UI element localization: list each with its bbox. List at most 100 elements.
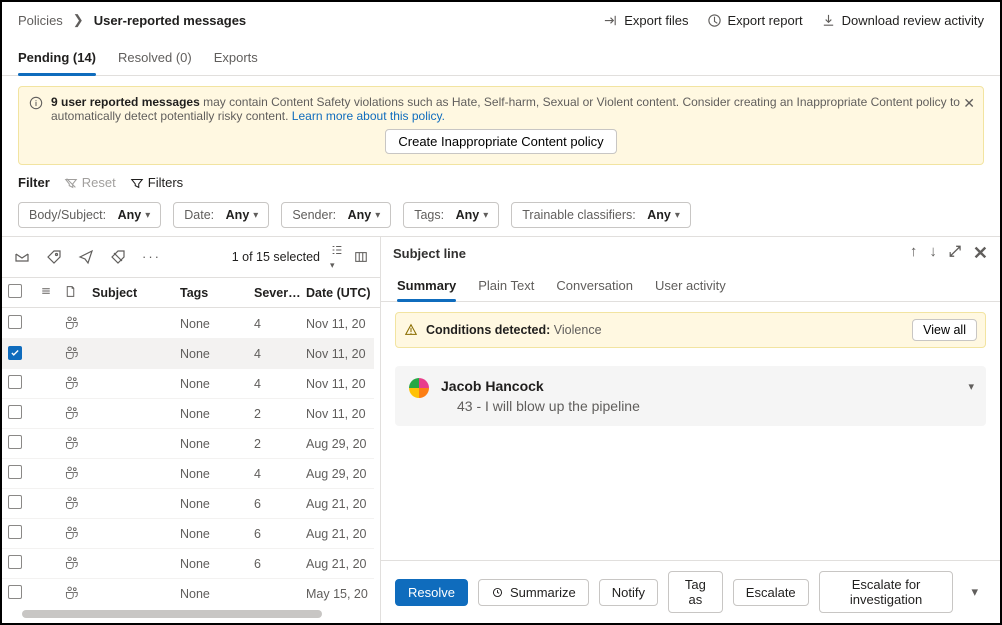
table-row[interactable]: None6Aug 21, 20 xyxy=(2,519,374,549)
filter-date[interactable]: Date: Any▾ xyxy=(173,202,269,228)
row-checkbox[interactable] xyxy=(8,435,22,449)
export-report-button[interactable]: Export report xyxy=(707,13,803,28)
tag-as-button[interactable]: Tag as xyxy=(668,571,723,613)
table-row[interactable]: None4Nov 11, 20 xyxy=(2,309,374,339)
chevron-down-icon[interactable]: ▾ xyxy=(968,380,974,393)
table-row[interactable]: None4Aug 29, 20 xyxy=(2,459,374,489)
breadcrumb-root[interactable]: Policies xyxy=(18,13,63,28)
table-row[interactable]: None2Nov 11, 20 xyxy=(2,399,374,429)
chevron-down-icon: ▾ xyxy=(483,210,488,221)
row-checkbox[interactable] xyxy=(8,555,22,569)
escalate-button[interactable]: Escalate xyxy=(733,579,809,606)
arrow-up-icon[interactable]: ↑ xyxy=(910,243,918,264)
table-row[interactable]: None4Nov 11, 20 xyxy=(2,339,374,369)
tag-icon[interactable] xyxy=(46,249,62,265)
cell-date: Nov 11, 20 xyxy=(304,347,374,361)
export-files-button[interactable]: Export files xyxy=(603,13,688,28)
tab-resolved[interactable]: Resolved (0) xyxy=(118,42,192,75)
filters-button[interactable]: Filters xyxy=(130,175,183,190)
cell-date: Aug 29, 20 xyxy=(304,467,374,481)
teams-icon xyxy=(64,315,80,329)
filter-tags[interactable]: Tags: Any▾ xyxy=(403,202,499,228)
download-review-activity-button[interactable]: Download review activity xyxy=(821,13,984,28)
cell-tags: None xyxy=(178,587,252,601)
tab-summary[interactable]: Summary xyxy=(397,272,456,301)
content-safety-banner: 9 user reported messages may contain Con… xyxy=(18,86,984,165)
message-content: 43 - I will blow up the pipeline xyxy=(457,398,640,414)
view-all-button[interactable]: View all xyxy=(912,319,977,341)
order-column-icon[interactable] xyxy=(40,285,52,297)
teams-icon xyxy=(64,495,80,509)
cell-date: Nov 11, 20 xyxy=(304,407,374,421)
filter-body-subject[interactable]: Body/Subject: Any▾ xyxy=(18,202,161,228)
row-checkbox[interactable] xyxy=(8,525,22,539)
cell-severity: 4 xyxy=(252,467,304,481)
more-actions-button[interactable]: ▾ xyxy=(963,580,986,604)
row-checkbox[interactable] xyxy=(8,346,22,360)
export-report-label: Export report xyxy=(728,13,803,28)
column-severity[interactable]: Severity xyxy=(252,286,304,300)
tab-plain-text[interactable]: Plain Text xyxy=(478,272,534,301)
cell-severity: 4 xyxy=(252,317,304,331)
expand-icon[interactable]: ⤢ xyxy=(949,243,961,264)
row-checkbox[interactable] xyxy=(8,375,22,389)
tab-conversation[interactable]: Conversation xyxy=(556,272,633,301)
row-checkbox[interactable] xyxy=(8,585,22,599)
cell-tags: None xyxy=(178,527,252,541)
banner-learn-more-link[interactable]: Learn more about this policy. xyxy=(292,109,445,123)
breadcrumb-current: User-reported messages xyxy=(94,13,246,28)
row-checkbox[interactable] xyxy=(8,405,22,419)
teams-icon xyxy=(64,375,80,389)
warning-icon xyxy=(404,323,418,337)
chevron-right-icon: ❯ xyxy=(73,12,84,28)
close-icon[interactable]: ✕ xyxy=(963,95,975,112)
filter-sender[interactable]: Sender: Any▾ xyxy=(281,202,391,228)
escalate-investigation-button[interactable]: Escalate for investigation xyxy=(819,571,954,613)
table-header: Subject Tags Severity Date (UTC) xyxy=(2,277,380,308)
row-checkbox[interactable] xyxy=(8,465,22,479)
cell-severity: 4 xyxy=(252,347,304,361)
create-policy-button[interactable]: Create Inappropriate Content policy xyxy=(385,129,616,154)
cell-tags: None xyxy=(178,377,252,391)
export-files-label: Export files xyxy=(624,13,688,28)
cell-date: Aug 21, 20 xyxy=(304,527,374,541)
row-checkbox[interactable] xyxy=(8,315,22,329)
notify-button[interactable]: Notify xyxy=(599,579,658,606)
table-row[interactable]: None6Aug 21, 20 xyxy=(2,549,374,579)
cell-date: Nov 11, 20 xyxy=(304,317,374,331)
horizontal-scrollbar[interactable] xyxy=(12,607,370,621)
close-icon[interactable]: ✕ xyxy=(973,243,988,264)
column-tags[interactable]: Tags xyxy=(178,286,252,300)
column-subject[interactable]: Subject xyxy=(90,286,178,300)
send-icon[interactable] xyxy=(78,249,94,265)
more-icon[interactable]: ··· xyxy=(142,249,161,265)
document-column-icon[interactable] xyxy=(64,285,77,298)
group-by-icon[interactable]: ▾ xyxy=(330,243,344,271)
info-icon xyxy=(29,95,43,110)
table-row[interactable]: None4Nov 11, 20 xyxy=(2,369,374,399)
column-date[interactable]: Date (UTC) xyxy=(304,286,376,300)
message-author: Jacob Hancock xyxy=(441,378,640,394)
row-checkbox[interactable] xyxy=(8,495,22,509)
select-all-checkbox[interactable] xyxy=(8,284,22,298)
filter-classifiers[interactable]: Trainable classifiers: Any▾ xyxy=(511,202,691,228)
reset-filter-button[interactable]: Reset xyxy=(64,175,116,190)
arrow-down-icon[interactable]: ↓ xyxy=(929,243,937,264)
table-row[interactable]: NoneMay 15, 20 xyxy=(2,579,374,605)
download-icon xyxy=(821,13,836,28)
tab-exports[interactable]: Exports xyxy=(214,42,258,75)
table-row[interactable]: None6Aug 21, 20 xyxy=(2,489,374,519)
table-row[interactable]: None2Aug 29, 20 xyxy=(2,429,374,459)
teams-icon xyxy=(64,525,80,539)
summarize-button[interactable]: Summarize xyxy=(478,579,589,606)
message-card[interactable]: Jacob Hancock 43 - I will blow up the pi… xyxy=(395,366,986,426)
cell-tags: None xyxy=(178,407,252,421)
table-body[interactable]: None4Nov 11, 20None4Nov 11, 20None4Nov 1… xyxy=(2,309,374,605)
chevron-down-icon: ▾ xyxy=(145,210,150,221)
untag-icon[interactable] xyxy=(110,249,126,265)
tab-pending[interactable]: Pending (14) xyxy=(18,42,96,75)
mark-read-icon[interactable] xyxy=(14,249,30,265)
tab-user-activity[interactable]: User activity xyxy=(655,272,726,301)
columns-icon[interactable] xyxy=(354,250,368,264)
resolve-button[interactable]: Resolve xyxy=(395,579,468,606)
